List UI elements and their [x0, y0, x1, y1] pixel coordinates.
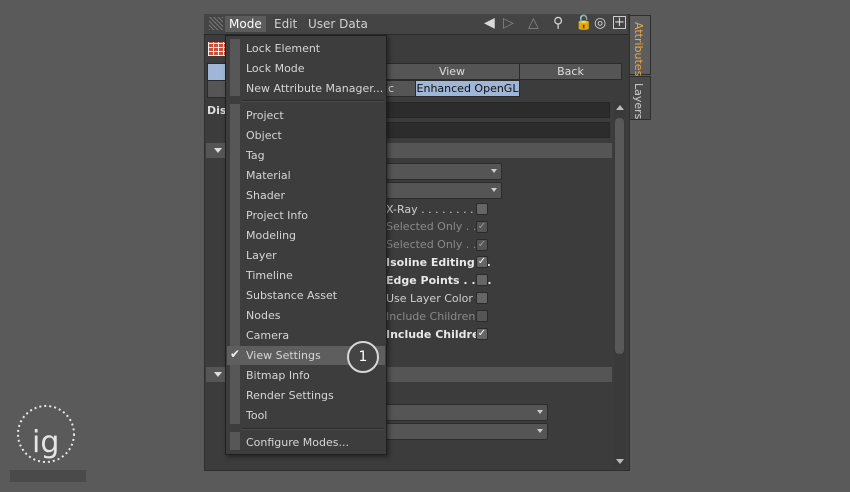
- menu-item-view-settings[interactable]: View Settings: [246, 349, 321, 362]
- menu-item-project-info[interactable]: Project Info: [246, 209, 308, 222]
- tab-view[interactable]: View: [384, 63, 520, 80]
- arrow-left-icon[interactable]: ◀: [484, 15, 495, 31]
- option-xray: X-Ray . . . . . . . . .: [386, 203, 481, 216]
- checkbox-use-layer-color[interactable]: [476, 292, 488, 304]
- step-callout-badge: 1: [347, 341, 379, 373]
- arrow-forward-icon[interactable]: ▷: [503, 15, 514, 31]
- collapse-arrow-icon[interactable]: [214, 148, 222, 153]
- mode-menu: Lock Element Lock Mode New Attribute Man…: [225, 35, 387, 455]
- display-field-1[interactable]: [384, 102, 610, 118]
- tab-enhanced-opengl[interactable]: Enhanced OpenGL: [415, 80, 520, 97]
- section-display-label: Dis: [207, 104, 227, 117]
- chevron-down-icon: [537, 429, 543, 433]
- menu-separator: [242, 100, 384, 102]
- scroll-up-icon[interactable]: [616, 105, 624, 110]
- menu-item-tag[interactable]: Tag: [246, 149, 265, 162]
- tab-attributes[interactable]: Attributes: [629, 15, 651, 76]
- menu-item-object[interactable]: Object: [246, 129, 282, 142]
- tab-layers[interactable]: Layers: [629, 76, 651, 120]
- checkbox-xray[interactable]: [476, 203, 488, 215]
- menu-mode[interactable]: Mode: [225, 16, 266, 32]
- menu-item-shader[interactable]: Shader: [246, 189, 285, 202]
- menu-item-substance-asset[interactable]: Substance Asset: [246, 289, 337, 302]
- menu-item-tool[interactable]: Tool: [246, 409, 267, 422]
- menubar: Mode Edit User Data: [204, 14, 628, 35]
- svg-text:ig: ig: [32, 425, 59, 460]
- dropdown-2[interactable]: [384, 182, 502, 199]
- chevron-down-icon: [491, 169, 497, 173]
- option-use-layer-color: Use Layer Color: [386, 292, 473, 305]
- tab-display[interactable]: [207, 80, 227, 98]
- view-settings-icon: [208, 42, 226, 56]
- menu-item-lock-mode[interactable]: Lock Mode: [246, 62, 305, 75]
- new-panel-icon[interactable]: +: [613, 16, 626, 29]
- collapse-arrow-icon[interactable]: [214, 372, 222, 377]
- watermark-logo-icon: ig: [10, 405, 86, 482]
- menu-separator: [242, 428, 384, 430]
- target-icon[interactable]: ◎: [594, 15, 606, 31]
- menu-item-timeline[interactable]: Timeline: [246, 269, 293, 282]
- tab-back[interactable]: Back: [519, 63, 622, 80]
- menu-item-material[interactable]: Material: [246, 169, 291, 182]
- checkbox-selected-only-2[interactable]: ✓: [476, 239, 488, 251]
- chevron-down-icon: [491, 188, 497, 192]
- tab-partial[interactable]: ic: [384, 80, 416, 97]
- chevron-down-icon: [537, 410, 543, 414]
- option-selected-only-1: Selected Only . .: [386, 220, 477, 233]
- dropdown-3[interactable]: [384, 404, 548, 421]
- menu-item-new-attribute-manager[interactable]: New Attribute Manager...: [246, 82, 383, 95]
- panel-grip-icon[interactable]: [209, 17, 223, 30]
- menu-item-bitmap-info[interactable]: Bitmap Info: [246, 369, 310, 382]
- option-include-children-1: Include Children: [386, 310, 476, 323]
- menu-item-layer[interactable]: Layer: [246, 249, 277, 262]
- dropdown-1[interactable]: [384, 163, 502, 180]
- scrollbar-thumb[interactable]: [615, 118, 624, 354]
- checkbox-edge-points[interactable]: [476, 274, 488, 286]
- checkbox-isoline-editing[interactable]: ✓: [476, 256, 488, 268]
- scroll-down-icon[interactable]: [616, 459, 624, 464]
- checkbox-include-children-2[interactable]: ✓: [476, 328, 488, 340]
- menu-edit[interactable]: Edit: [274, 17, 297, 31]
- menu-item-lock-element[interactable]: Lock Element: [246, 42, 320, 55]
- option-selected-only-2: Selected Only . .: [386, 238, 477, 251]
- menu-item-camera[interactable]: Camera: [246, 329, 289, 342]
- menu-item-configure-modes[interactable]: Configure Modes...: [246, 436, 349, 449]
- tab-basic[interactable]: [207, 63, 227, 81]
- checkbox-selected-only-1[interactable]: ✓: [476, 221, 488, 233]
- menu-item-nodes[interactable]: Nodes: [246, 309, 280, 322]
- menu-item-project[interactable]: Project: [246, 109, 284, 122]
- display-field-2[interactable]: [384, 122, 610, 138]
- menu-user-data[interactable]: User Data: [308, 17, 368, 31]
- dropdown-4[interactable]: [384, 423, 548, 440]
- menu-item-render-settings[interactable]: Render Settings: [246, 389, 334, 402]
- checkbox-include-children-1[interactable]: [476, 310, 488, 322]
- checkmark-icon: ✔: [230, 347, 241, 361]
- arrow-up-icon[interactable]: △: [528, 15, 539, 31]
- menu-item-modeling[interactable]: Modeling: [246, 229, 296, 242]
- lock-icon[interactable]: 🔓: [575, 15, 592, 31]
- search-icon[interactable]: ⚲: [553, 15, 563, 31]
- option-include-children-2: Include Children: [386, 328, 488, 341]
